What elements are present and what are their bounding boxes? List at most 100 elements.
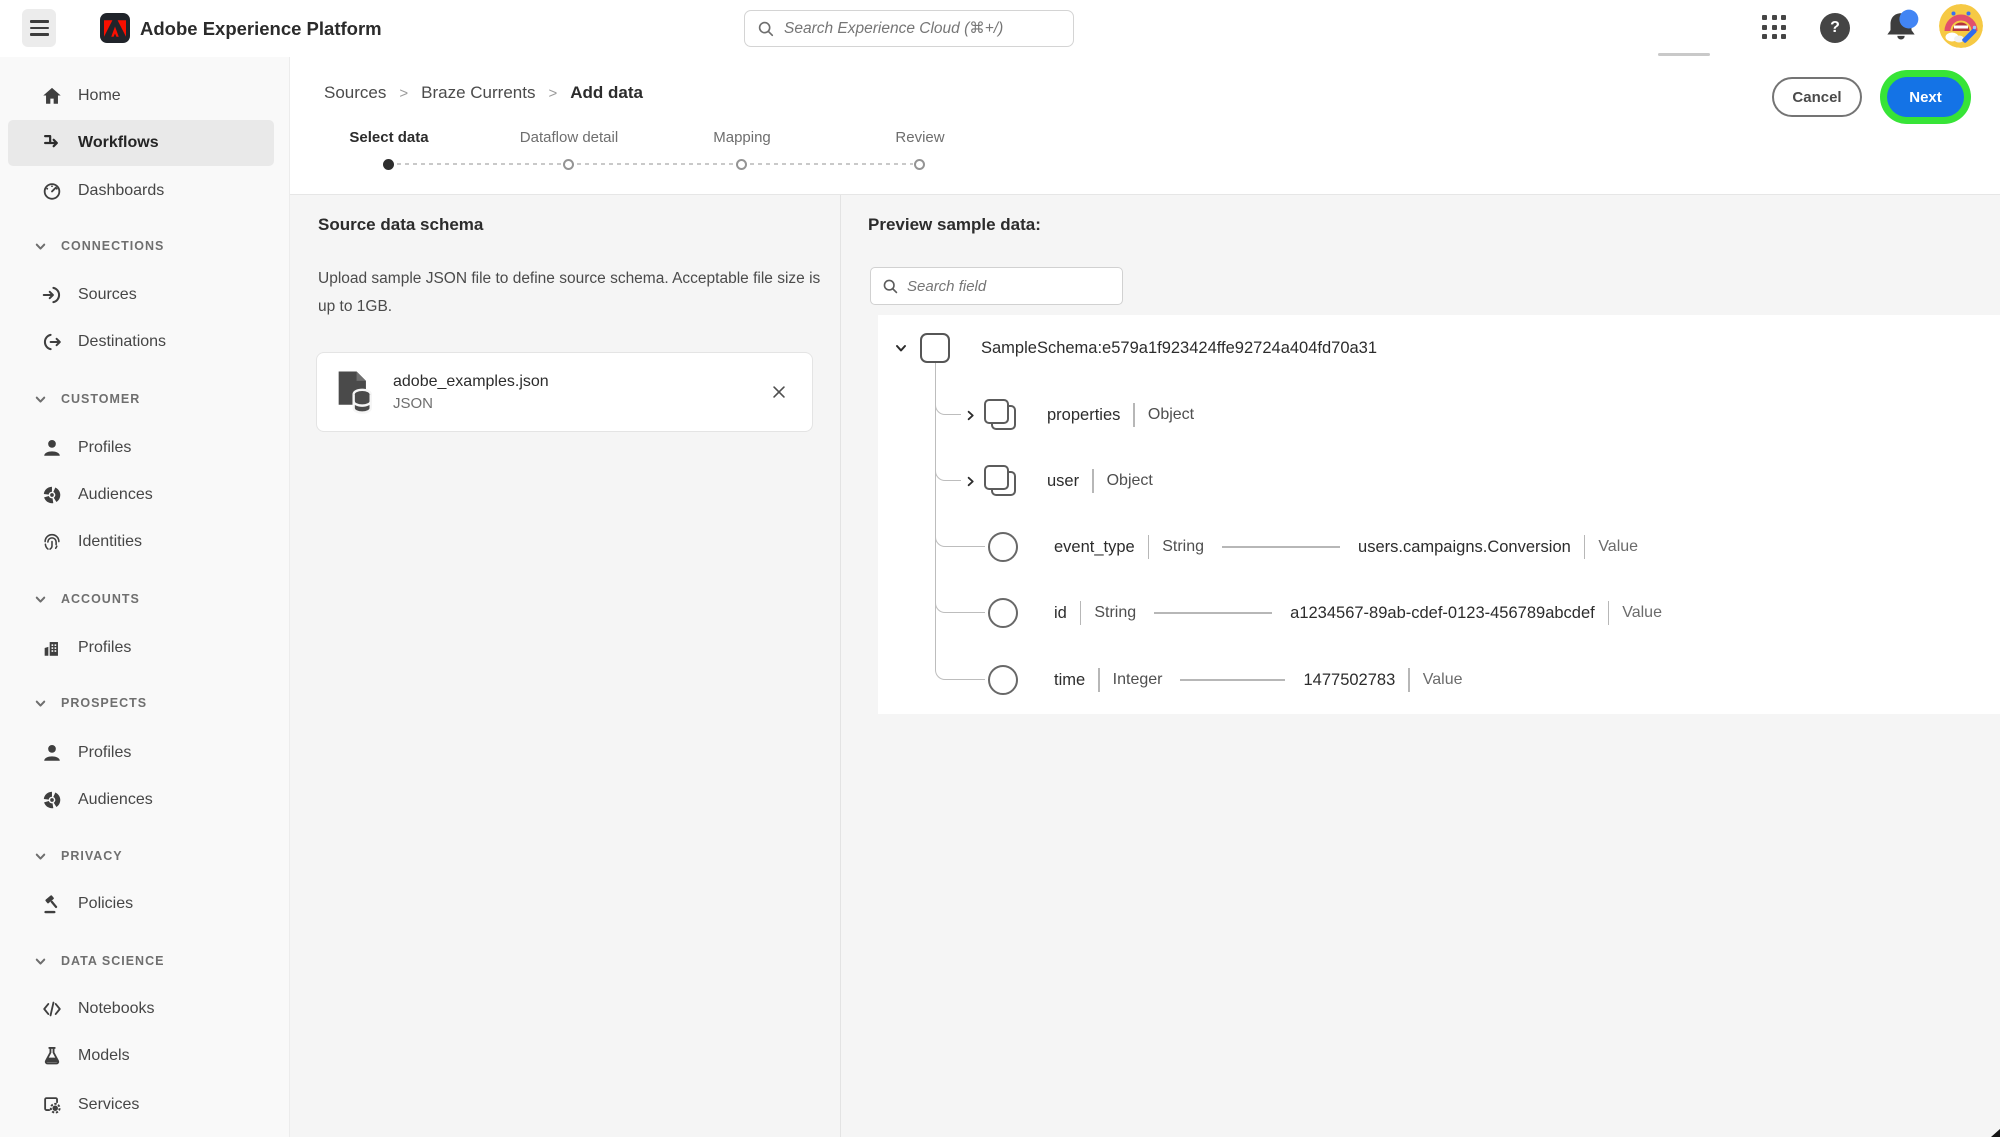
step-dot[interactable]	[563, 159, 574, 170]
field-type: Object	[1107, 472, 1153, 490]
sidebar-item-audiences-customer[interactable]: Audiences	[0, 472, 290, 518]
field-search-input[interactable]	[907, 278, 1111, 295]
tree-row: event_type String users.campaigns.Conver…	[878, 528, 2000, 566]
sidebar-section-label: CONNECTIONS	[61, 239, 164, 253]
chevron-right-icon[interactable]	[964, 475, 977, 488]
breadcrumb-braze-currents[interactable]: Braze Currents	[421, 83, 535, 103]
divider	[1584, 535, 1586, 559]
breadcrumb-sources[interactable]: Sources	[324, 83, 386, 103]
sidebar-item-profiles-prospects[interactable]: Profiles	[0, 730, 290, 776]
close-icon	[770, 383, 788, 401]
sidebar-item-label: Audiences	[78, 486, 153, 504]
chevron-down-icon[interactable]	[894, 341, 908, 355]
value-node-icon[interactable]	[988, 665, 1018, 695]
step-connector	[577, 163, 735, 165]
top-bar: Adobe Experience Platform ?	[0, 0, 2000, 57]
fingerprint-icon	[40, 530, 64, 554]
sidebar-item-workflows[interactable]: Workflows	[0, 120, 290, 166]
value-connector-line	[1154, 612, 1272, 614]
divider	[1133, 403, 1135, 427]
file-type-badge: JSON	[393, 395, 766, 412]
step-dot[interactable]	[736, 159, 747, 170]
sidebar-item-home[interactable]: Home	[0, 73, 290, 119]
object-node-icon[interactable]	[981, 396, 1019, 434]
panel-title: Preview sample data:	[868, 215, 1041, 235]
dashboards-icon	[40, 179, 64, 203]
notifications-bell-icon[interactable]	[1880, 7, 1922, 49]
audiences-icon	[40, 788, 64, 812]
sidebar-item-policies[interactable]: Policies	[0, 881, 290, 927]
destinations-icon	[40, 330, 64, 354]
sidebar-section-label: PROSPECTS	[61, 696, 147, 710]
object-node-icon[interactable]	[981, 462, 1019, 500]
global-search-input[interactable]	[784, 20, 1061, 38]
sidebar-item-label: Audiences	[78, 791, 153, 809]
step-select-data[interactable]: Select data	[349, 129, 428, 146]
global-search[interactable]	[744, 10, 1074, 47]
sidebar-section-data-science[interactable]: DATA SCIENCE	[0, 941, 290, 981]
sidebar-section-label: DATA SCIENCE	[61, 954, 164, 968]
sidebar-section-connections[interactable]: CONNECTIONS	[0, 226, 290, 266]
user-avatar[interactable]	[1939, 4, 1983, 48]
search-icon	[757, 20, 775, 38]
home-icon	[40, 84, 64, 108]
field-name: user	[1047, 472, 1079, 491]
remove-file-button[interactable]	[766, 379, 792, 405]
field-name: properties	[1047, 406, 1120, 425]
sidebar-item-services[interactable]: Services	[0, 1082, 290, 1128]
step-connector	[397, 163, 562, 165]
sidebar-item-label: Profiles	[78, 744, 131, 762]
step-dataflow-detail[interactable]: Dataflow detail	[520, 129, 618, 146]
sidebar-item-label: Identities	[78, 533, 142, 551]
divider	[1408, 668, 1410, 692]
sidebar-item-label: Notebooks	[78, 1000, 155, 1018]
field-search[interactable]	[870, 267, 1123, 305]
audiences-icon	[40, 483, 64, 507]
sidebar-item-audiences-prospects[interactable]: Audiences	[0, 777, 290, 823]
sidebar-item-models[interactable]: Models	[0, 1033, 290, 1079]
value-node-icon[interactable]	[988, 598, 1018, 628]
value-tag: Value	[1622, 604, 1662, 622]
app-switcher-icon[interactable]	[1762, 15, 1786, 39]
sidebar-item-label: Profiles	[78, 639, 131, 657]
sidebar-item-notebooks[interactable]: Notebooks	[0, 986, 290, 1032]
json-file-icon	[333, 369, 375, 415]
preview-panel: Preview sample data: SampleSchema:e579a1…	[841, 195, 2000, 1137]
step-dot-current[interactable]	[383, 159, 394, 170]
step-dot[interactable]	[914, 159, 925, 170]
field-type: Object	[1148, 406, 1194, 424]
sidebar-item-label: Workflows	[78, 134, 159, 152]
sidebar-section-prospects[interactable]: PROSPECTS	[0, 683, 290, 723]
field-type: Integer	[1113, 671, 1163, 689]
sidebar-item-profiles-accounts[interactable]: Profiles	[0, 625, 290, 671]
sidebar-item-dashboards[interactable]: Dashboards	[0, 168, 290, 214]
value-tag: Value	[1598, 538, 1638, 556]
chevron-right-icon[interactable]	[964, 409, 977, 422]
sidebar-section-customer[interactable]: CUSTOMER	[0, 379, 290, 419]
app-window: Adobe Experience Platform ?	[0, 0, 2000, 1137]
cancel-button[interactable]: Cancel	[1772, 77, 1862, 117]
next-button[interactable]: Next	[1887, 77, 1964, 117]
sidebar-item-label: Services	[78, 1096, 139, 1114]
value-connector-line	[1180, 679, 1285, 681]
breadcrumb-separator: >	[399, 85, 408, 102]
help-icon[interactable]: ?	[1820, 13, 1850, 43]
sidebar-section-accounts[interactable]: ACCOUNTS	[0, 579, 290, 619]
schema-root-name: SampleSchema:e579a1f923424ffe92724a404fd…	[981, 339, 1377, 358]
sidebar-item-label: Sources	[78, 286, 137, 304]
sidebar-item-sources[interactable]: Sources	[0, 272, 290, 318]
step-review[interactable]: Review	[895, 129, 944, 146]
value-node-icon[interactable]	[988, 532, 1018, 562]
root-checkbox[interactable]	[920, 333, 950, 363]
sidebar-item-profiles-customer[interactable]: Profiles	[0, 425, 290, 471]
step-mapping[interactable]: Mapping	[713, 129, 771, 146]
sources-icon	[40, 283, 64, 307]
app-title: Adobe Experience Platform	[140, 0, 382, 57]
sidebar-section-privacy[interactable]: PRIVACY	[0, 836, 290, 876]
buildings-icon	[40, 636, 64, 660]
sidebar-item-destinations[interactable]: Destinations	[0, 319, 290, 365]
hamburger-menu-button[interactable]	[22, 9, 56, 47]
person-icon	[40, 741, 64, 765]
sidebar-section-label: ACCOUNTS	[61, 592, 140, 606]
sidebar-item-identities[interactable]: Identities	[0, 519, 290, 565]
